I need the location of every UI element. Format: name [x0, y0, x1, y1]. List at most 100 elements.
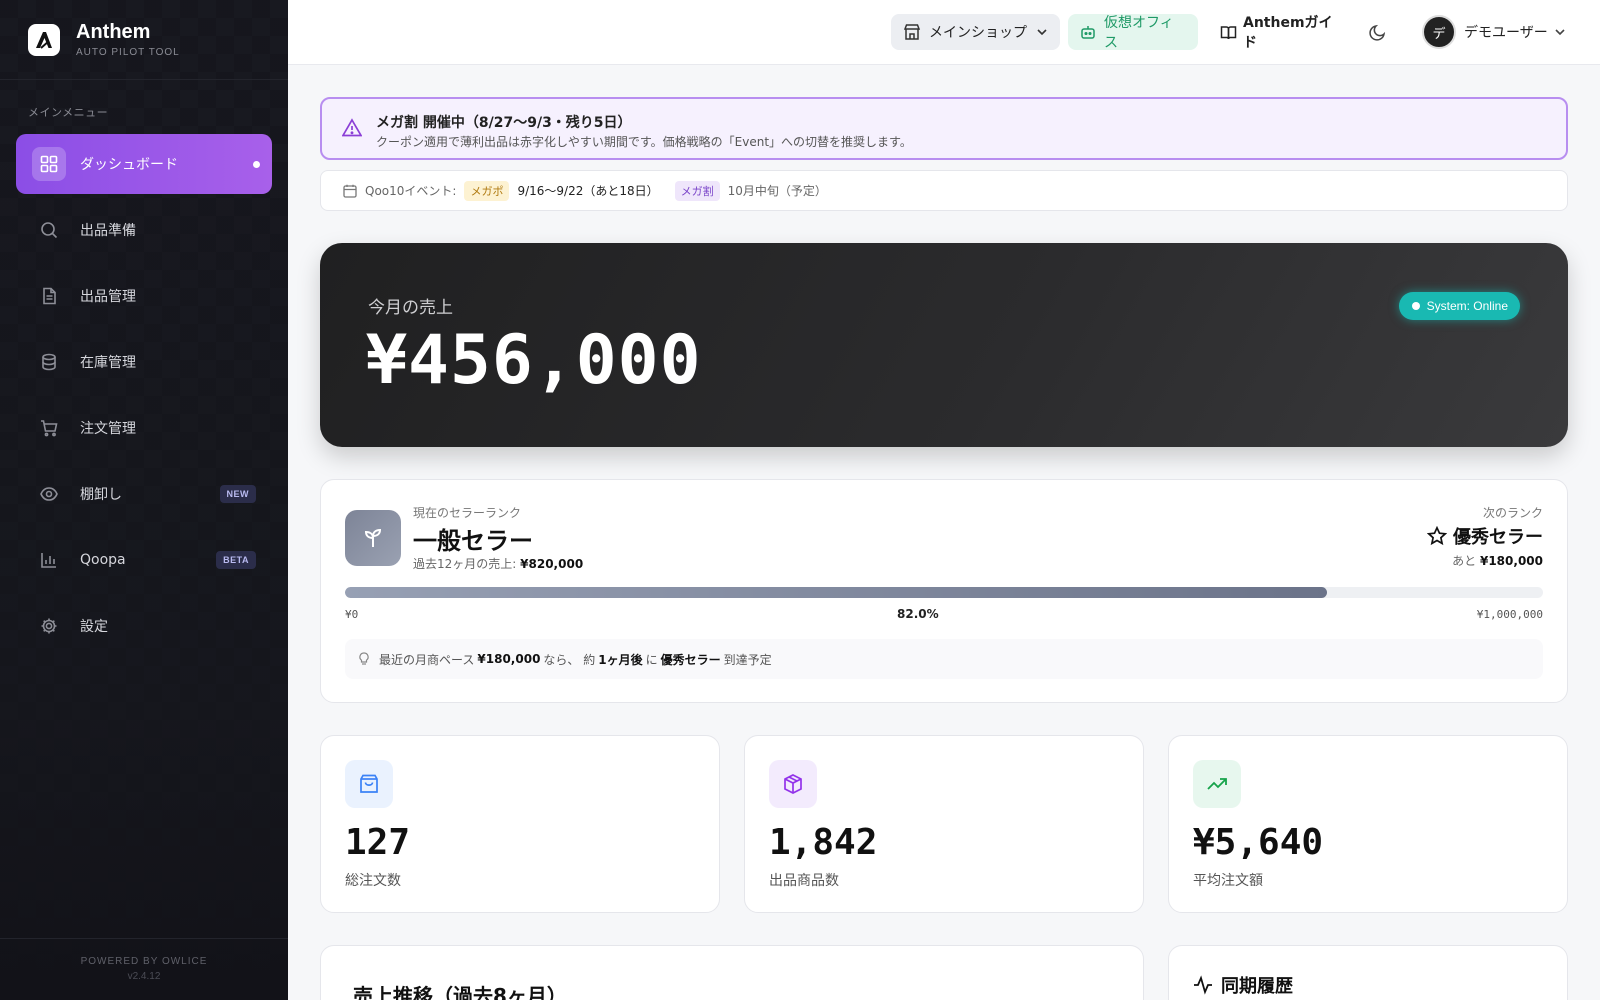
event-tag: メガポ — [464, 180, 510, 201]
next-rank-name: 優秀セラー — [1453, 527, 1543, 548]
gear-icon — [32, 609, 66, 643]
brand-subtitle: AUTO PILOT TOOL — [76, 47, 180, 58]
progress-max-label: ¥1,000,000 — [1476, 608, 1543, 621]
sidebar-item-settings[interactable]: 設定 — [16, 596, 272, 656]
brand[interactable]: Anthem AUTO PILOT TOOL — [0, 0, 288, 80]
user-menu[interactable]: デ デモユーザー — [1410, 14, 1578, 50]
main-nav: ダッシュボード 出品準備 出品管理 在庫管理 注文管理 棚卸し NEW Qoop… — [16, 134, 272, 662]
remaining-value: ¥180,000 — [1479, 554, 1543, 568]
tip-pace: ¥180,000 — [477, 652, 541, 666]
progress-min-label: ¥0 — [345, 608, 359, 621]
event-date: 10月中旬（予定） — [727, 184, 827, 198]
sidebar-item-label: 設定 — [80, 619, 108, 635]
stat-card-average-order: ¥5,640 平均注文額 — [1168, 735, 1568, 913]
beta-badge: BETA — [216, 551, 256, 569]
book-icon — [1220, 25, 1237, 39]
search-icon — [32, 213, 66, 247]
sidebar-item-label: 注文管理 — [80, 421, 136, 437]
warning-icon — [342, 118, 362, 137]
trending-up-icon — [1193, 760, 1241, 808]
stat-card-listings: 1,842 出品商品数 — [744, 735, 1144, 913]
current-rank-caption: 現在のセラーランク — [413, 506, 522, 520]
remaining-amount: あと ¥180,000 — [1452, 552, 1543, 569]
tip-target: 優秀セラー — [660, 652, 721, 667]
sprout-icon — [345, 510, 401, 566]
theme-toggle[interactable] — [1360, 14, 1396, 50]
sidebar-item-inventory[interactable]: 在庫管理 — [16, 332, 272, 392]
sidebar-item-label: 出品管理 — [80, 289, 136, 305]
tip-text: 到達予定 — [723, 652, 772, 667]
progress-percent: 82.0% — [897, 607, 939, 621]
grid-icon — [32, 147, 66, 181]
eye-icon — [32, 477, 66, 511]
sidebar-item-orders[interactable]: 注文管理 — [16, 398, 272, 458]
cart-icon — [32, 411, 66, 445]
annual-sales: 過去12ヶ月の売上: ¥820,000 — [413, 555, 583, 572]
stat-value: 127 — [345, 822, 411, 863]
remaining-label: あと — [1452, 554, 1477, 568]
anthem-logo-icon — [28, 23, 60, 56]
stat-value: ¥5,640 — [1193, 822, 1324, 863]
sidebar-item-stocktake[interactable]: 棚卸し NEW — [16, 464, 272, 524]
tip-eta: 1ヶ月後 — [598, 652, 643, 667]
shop-selector[interactable]: メインショップ — [891, 14, 1060, 50]
annual-sales-value: ¥820,000 — [520, 557, 584, 571]
office-label: 仮想オフィス — [1104, 15, 1174, 51]
alert-message: クーポン適用で薄利出品は赤字化しやすい期間です。価格戦略の「Event」への切替… — [376, 135, 912, 149]
chevron-down-icon — [1037, 29, 1047, 36]
stat-label: 総注文数 — [345, 873, 401, 889]
sidebar-item-qoopa[interactable]: Qoopa BETA — [16, 530, 272, 590]
calendar-icon — [343, 184, 357, 198]
menu-section-label: メインメニュー — [28, 106, 109, 119]
current-rank-name: 一般セラー — [413, 527, 533, 555]
sidebar-item-label: 在庫管理 — [80, 355, 136, 371]
event-date: 9/16〜9/22（あと18日） — [517, 184, 659, 198]
monthly-sales-card: 今月の売上 ¥456,000 System: Online — [320, 243, 1568, 447]
package-icon — [769, 760, 817, 808]
lightbulb-icon — [359, 652, 369, 665]
store-icon — [903, 24, 921, 40]
alert-title: メガ割 開催中（8/27〜9/3・残り5日） — [376, 115, 632, 131]
sales-trend-title: 売上推移（過去8ヶ月） — [353, 984, 567, 1000]
sidebar-footer: POWERED BY OWLICE v2.4.12 — [0, 938, 288, 1000]
sync-history-title: 同期履歴 — [1221, 976, 1293, 997]
annual-sales-label: 過去12ヶ月の売上: — [413, 557, 517, 571]
rank-progress-fill — [345, 587, 1328, 598]
guide-button[interactable]: Anthemガイド — [1208, 14, 1348, 51]
shopping-bag-icon — [345, 760, 393, 808]
sales-value: ¥456,000 — [366, 321, 702, 400]
sidebar-item-label: ダッシュボード — [80, 157, 178, 173]
sidebar-item-dashboard[interactable]: ダッシュボード — [16, 134, 272, 194]
document-icon — [32, 279, 66, 313]
active-indicator — [253, 160, 260, 168]
tip-text: 最近の月商ペース — [379, 652, 475, 667]
robot-icon — [1081, 26, 1095, 39]
rank-progress-bar — [345, 587, 1543, 598]
powered-by: POWERED BY OWLICE — [80, 956, 208, 967]
star-icon — [1427, 526, 1447, 546]
tip-text: なら、 約 — [543, 652, 596, 667]
sales-trend-card: 売上推移（過去8ヶ月） — [320, 945, 1144, 1000]
sync-history-heading: 同期履歴 — [1193, 972, 1293, 998]
activity-icon — [1194, 975, 1212, 995]
sync-history-card: 同期履歴 — [1168, 945, 1568, 1000]
shop-name: メインショップ — [929, 25, 1027, 41]
virtual-office-button[interactable]: 仮想オフィス — [1068, 14, 1198, 51]
sidebar: Anthem AUTO PILOT TOOL メインメニュー ダッシュボード 出… — [0, 0, 288, 1000]
version-label: v2.4.12 — [127, 971, 161, 982]
sidebar-item-listing-prep[interactable]: 出品準備 — [16, 200, 272, 260]
stat-label: 出品商品数 — [769, 873, 839, 889]
sidebar-item-label: 出品準備 — [80, 223, 136, 239]
new-badge: NEW — [219, 485, 256, 503]
qoo10-event-bar: Qoo10イベント: メガポ 9/16〜9/22（あと18日） メガ割 10月中… — [320, 170, 1568, 211]
system-status-badge: System: Online — [1398, 292, 1520, 320]
bar-chart-icon — [32, 543, 66, 577]
top-header: メインショップ 仮想オフィス Anthemガイド デ デモユーザー — [288, 0, 1600, 65]
sidebar-item-label: Qoopa — [80, 552, 126, 568]
stat-label: 平均注文額 — [1193, 873, 1263, 889]
stat-card-orders: 127 総注文数 — [320, 735, 720, 913]
avatar: デ — [1422, 15, 1456, 49]
seller-rank-card: 現在のセラーランク 一般セラー 過去12ヶ月の売上: ¥820,000 次のラン… — [320, 479, 1568, 703]
sidebar-item-listing-management[interactable]: 出品管理 — [16, 266, 272, 326]
sales-label: 今月の売上 — [368, 298, 453, 318]
